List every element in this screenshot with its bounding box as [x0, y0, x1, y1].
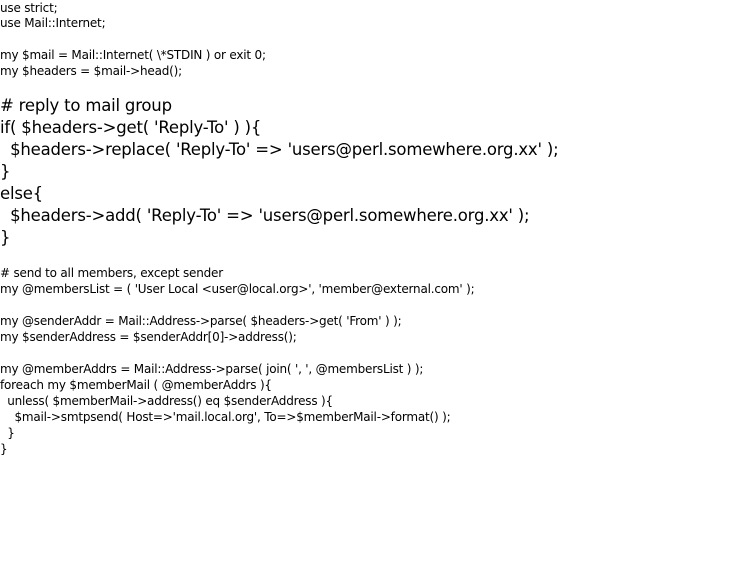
code-line-24: $mail->smtpsend( Host=>'mail.local.org',…	[0, 410, 451, 424]
code-line-11: else{	[0, 184, 43, 203]
code-line-25: }	[0, 426, 15, 440]
code-line-7: # reply to mail group	[0, 96, 172, 115]
code-line-23: unless( $memberMail->address() eq $sende…	[0, 394, 333, 408]
code-line-9: $headers->replace( 'Reply-To' => 'users@…	[0, 140, 559, 159]
code-line-15: # send to all members, except sender	[0, 266, 223, 280]
code-line-18: my @senderAddr = Mail::Address->parse( $…	[0, 314, 402, 328]
code-line-19: my $senderAddress = $senderAddr[0]->addr…	[0, 330, 297, 344]
code-line-21: my @memberAddrs = Mail::Address->parse( …	[0, 362, 424, 376]
code-line-1: use strict;	[0, 1, 58, 15]
code-line-8: if( $headers->get( 'Reply-To' ) ){	[0, 118, 262, 137]
code-line-16: my @membersList = ( 'User Local <user@lo…	[0, 282, 475, 296]
code-line-4: my $mail = Mail::Internet( \*STDIN ) or …	[0, 48, 266, 62]
code-line-12: $headers->add( 'Reply-To' => 'users@perl…	[0, 206, 530, 225]
code-line-26: }	[0, 442, 8, 456]
code-line-5: my $headers = $mail->head();	[0, 64, 182, 78]
code-line-10: }	[0, 162, 11, 181]
code-line-22: foreach my $memberMail ( @memberAddrs ){	[0, 378, 272, 392]
code-line-2: use Mail::Internet;	[0, 16, 106, 30]
code-line-13: }	[0, 228, 11, 247]
